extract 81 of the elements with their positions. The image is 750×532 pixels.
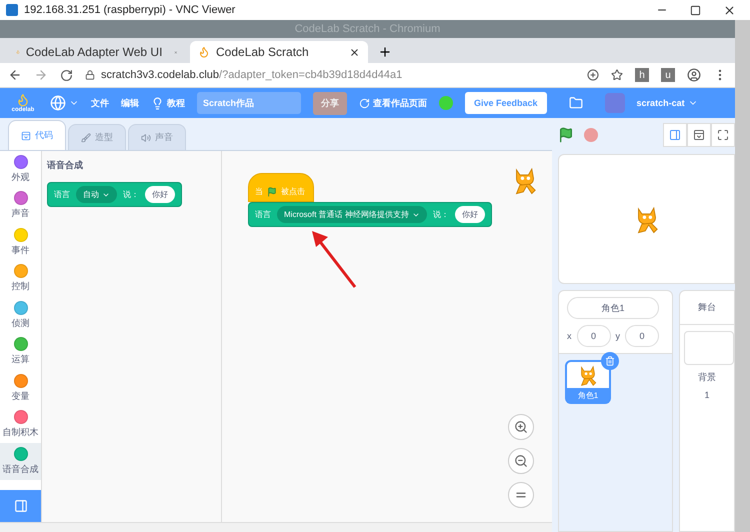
new-tab-icon[interactable] — [378, 45, 392, 59]
zoom-in-icon — [514, 420, 528, 434]
category-item[interactable]: 自制积木 — [0, 406, 41, 443]
delete-button[interactable] — [601, 352, 619, 370]
profile-icon[interactable] — [687, 68, 701, 82]
address-bar[interactable]: scratch3v3.codelab.club/?adapter_token=cb4b39d18d4d44a1 — [85, 69, 575, 81]
extension-button[interactable]: u — [661, 68, 675, 82]
x-label: x — [567, 331, 572, 341]
category-item[interactable]: 运算 — [0, 334, 41, 370]
globe-icon — [50, 95, 66, 111]
trash-icon — [605, 356, 615, 366]
speaker-icon — [141, 132, 151, 142]
sprite-name: 角色1 — [567, 388, 609, 403]
browser-tab[interactable]: CodeLab Adapter Web UI — [8, 41, 186, 63]
close-icon[interactable] — [723, 4, 736, 16]
stage-title: 舞台 — [680, 291, 734, 325]
browser-tab[interactable]: CodeLab Scratch — [190, 41, 368, 63]
tab-title: CodeLab Scratch — [216, 45, 309, 59]
y-label: y — [616, 331, 620, 341]
backdrops-label: 背景 — [698, 371, 716, 384]
vnc-logo-icon — [6, 4, 18, 16]
category-item[interactable]: 侦测 — [0, 297, 41, 334]
text-input[interactable]: 你好 — [454, 206, 485, 223]
palette-heading: 语音合成 — [47, 159, 84, 172]
zoom-out-icon — [514, 454, 528, 468]
vertical-scrollbar[interactable] — [735, 20, 750, 532]
tutorial-menu[interactable]: 教程 — [151, 96, 185, 110]
reset-zoom-button[interactable] — [508, 482, 534, 508]
folder-icon[interactable] — [568, 96, 583, 110]
sprite-thumbnail[interactable]: 角色1 — [565, 360, 611, 404]
fullscreen-button[interactable] — [711, 123, 735, 147]
horizontal-scrollbar[interactable] — [0, 522, 552, 532]
category-item[interactable]: 事件 — [0, 224, 41, 260]
small-stage-button[interactable] — [663, 123, 687, 147]
user-menu[interactable]: scratch-cat — [636, 98, 698, 108]
see-project-link[interactable]: 查看作品页面 — [359, 96, 427, 110]
fullscreen-icon — [717, 129, 729, 141]
add-extension-button[interactable] — [0, 490, 41, 522]
code-block[interactable]: 语言 自动 说： 你好 — [47, 182, 182, 207]
language-dropdown[interactable]: 自动 — [76, 186, 117, 203]
window-title: 192.168.31.251 (raspberrypi) - VNC Viewer — [24, 4, 236, 16]
extension-button[interactable]: h — [635, 68, 649, 82]
x-field[interactable]: 0 — [576, 325, 610, 347]
category-item[interactable]: 控制 — [0, 260, 41, 297]
backdrop-thumbnail[interactable] — [684, 331, 734, 365]
url-text: scratch3v3.codelab.club/?adapter_token=cb4b39d18d4d44a1 — [101, 69, 402, 81]
flag-icon[interactable] — [558, 127, 574, 143]
large-stage-button[interactable] — [687, 123, 711, 147]
brush-icon — [81, 132, 91, 142]
add-icon[interactable] — [587, 69, 599, 81]
backdrop-count: 1 — [704, 390, 710, 400]
status-dot — [439, 96, 453, 110]
tab-title: CodeLab Adapter Web UI — [26, 45, 162, 59]
code-block[interactable]: 语言 Microsoft 普通话 神经网络提供支持 说： 你好 — [248, 202, 492, 227]
close-icon[interactable] — [349, 46, 360, 58]
flame-icon — [198, 46, 210, 58]
category-item[interactable]: 外观 — [0, 151, 41, 188]
flame-icon — [16, 93, 30, 107]
y-field[interactable]: 0 — [625, 325, 659, 347]
editor-tab[interactable]: 代码 — [8, 120, 66, 150]
menu-item[interactable]: 编辑 — [121, 96, 139, 110]
lock-icon — [85, 70, 95, 80]
menu-item[interactable]: 文件 — [91, 96, 109, 110]
language-menu[interactable] — [50, 95, 79, 111]
back-icon[interactable] — [8, 68, 22, 82]
category-item[interactable]: 变量 — [0, 370, 41, 406]
bookmark-star-icon[interactable] — [611, 69, 623, 81]
small-stage-icon — [669, 129, 681, 141]
feedback-button[interactable]: Give Feedback — [465, 92, 547, 114]
reload-icon[interactable] — [60, 68, 73, 82]
text-input[interactable]: 你好 — [145, 186, 175, 203]
category-item[interactable]: 语音合成 — [0, 443, 41, 480]
category-item[interactable]: 声音 — [0, 188, 41, 224]
language-dropdown[interactable]: Microsoft 普通话 神经网络提供支持 — [277, 206, 427, 223]
zoom-in-button[interactable] — [508, 414, 534, 440]
maximize-icon[interactable] — [690, 4, 701, 16]
lightbulb-icon — [151, 96, 164, 110]
flag-icon — [267, 186, 277, 196]
sprite-name-field[interactable]: 角色1 — [567, 297, 659, 319]
refresh-icon — [359, 98, 370, 108]
zoom-out-button[interactable] — [508, 448, 534, 474]
